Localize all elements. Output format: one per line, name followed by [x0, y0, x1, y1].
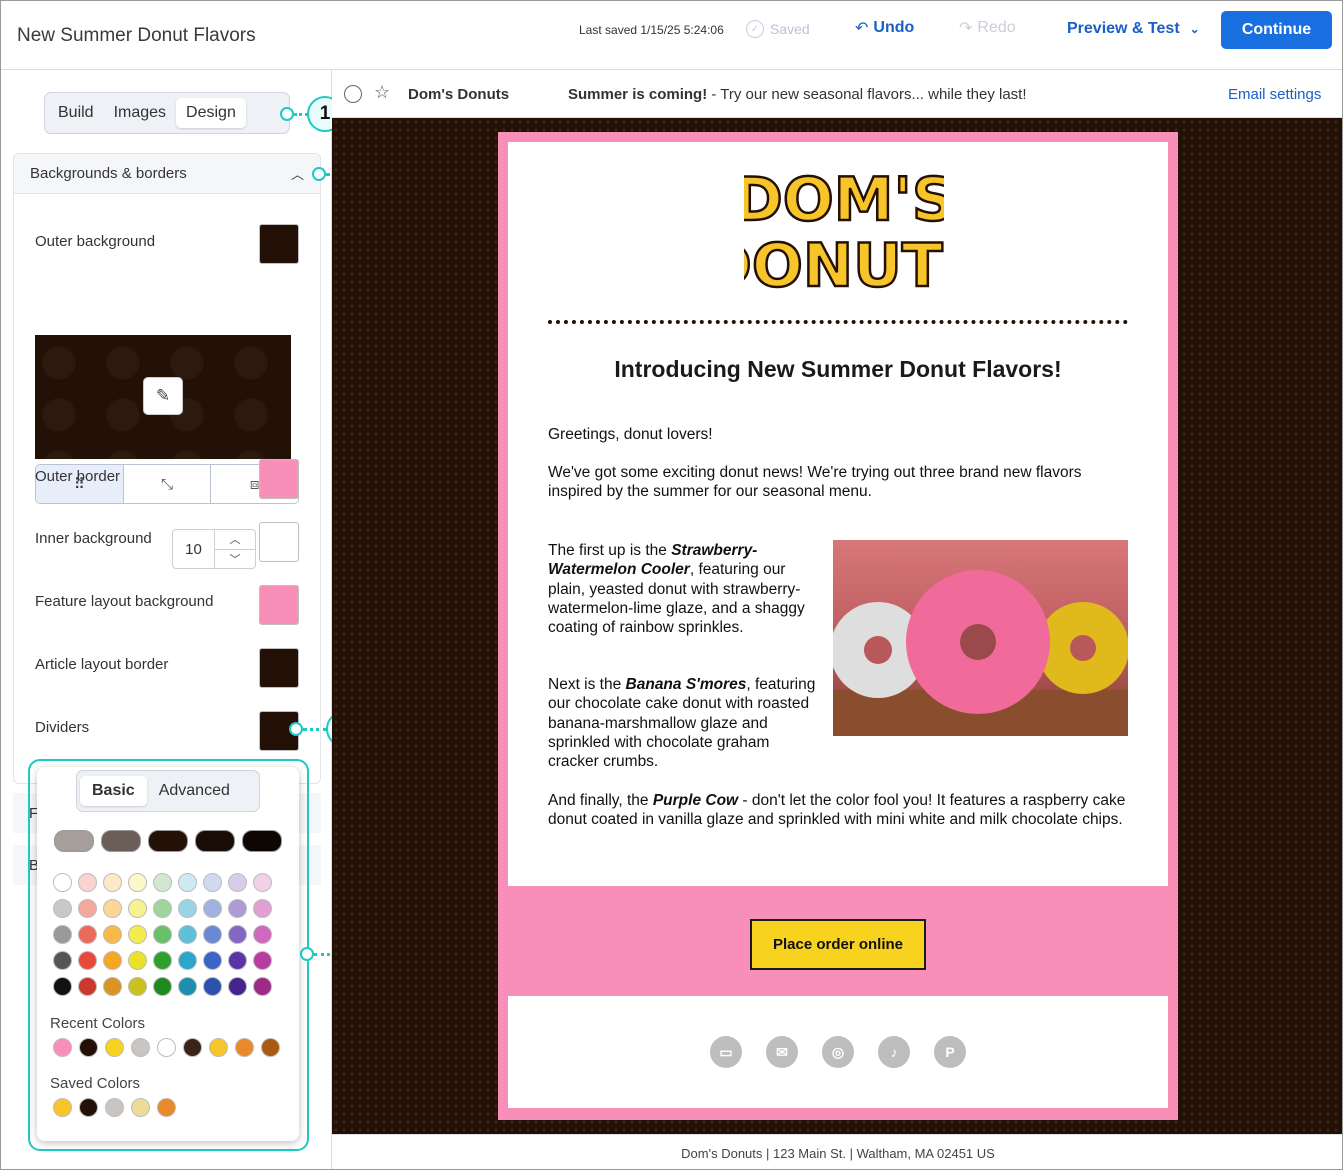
left-tabs: Build Images Design [44, 92, 290, 134]
continue-button[interactable]: Continue [1221, 11, 1332, 49]
subject-line: Summer is coming! - Try our new seasonal… [568, 86, 1027, 103]
saved-label: Saved [770, 21, 810, 37]
backgrounds-borders-panel: Backgrounds & borders ︿ Outer background… [13, 153, 321, 784]
feature-layout-background-label: Feature layout background [35, 593, 214, 610]
flavor-paragraph-3[interactable]: And finally, the Purple Cow - don't let … [548, 791, 1128, 830]
feature-layout-band[interactable]: Place order online [508, 886, 1168, 996]
email-outer-border[interactable]: DOM'S DONUTS Introducing New Summer Donu… [498, 132, 1178, 1120]
inner-background-swatch[interactable] [259, 522, 299, 562]
chevron-up-icon: ︿ [290, 167, 304, 182]
doms-donuts-logo: DOM'S DONUTS [744, 164, 944, 292]
preview-test-button[interactable]: Preview & Test ⌄ [1067, 20, 1200, 38]
backgrounds-borders-header[interactable]: Backgrounds & borders ︿ [14, 154, 320, 194]
email-footer: Dom's Donuts | 123 Main St. | Waltham, M… [332, 1134, 1342, 1169]
instagram-icon[interactable]: ◎ [822, 1036, 854, 1068]
pencil-icon: ✎ [155, 386, 171, 405]
dividers-label: Dividers [35, 719, 90, 736]
decrement-button[interactable]: ﹀ [215, 550, 255, 569]
feature-layout-background-swatch[interactable] [259, 585, 299, 625]
app-window: New Summer Donut Flavors Last saved 1/15… [0, 0, 1343, 1170]
from-name: Dom's Donuts [408, 86, 510, 103]
redo-icon: ↷ [959, 20, 973, 37]
donut-photo[interactable] [833, 540, 1128, 736]
document-title[interactable]: New Summer Donut Flavors [17, 25, 256, 47]
pinterest-icon[interactable]: P [934, 1036, 966, 1068]
p2-name: Banana S'mores [625, 676, 747, 693]
p3-pre: And finally, the [548, 792, 653, 809]
tab-build[interactable]: Build [48, 98, 104, 128]
callout-anchor [280, 107, 294, 121]
dotted-divider[interactable] [548, 320, 1128, 324]
social-links-block[interactable]: ▭ ✉ ◎ ♪ P [508, 996, 1168, 1108]
saved-status: ✓ Saved [746, 20, 810, 38]
subject-rest: - Try our new seasonal flavors... while … [707, 86, 1027, 103]
radio-icon [344, 85, 362, 103]
logo-line2: DONUTS [744, 231, 944, 292]
undo-label: Undo [873, 19, 915, 36]
article-layout-border-swatch[interactable] [259, 648, 299, 688]
greeting-text[interactable]: Greetings, donut lovers! [548, 425, 1128, 444]
callout-line [294, 113, 308, 116]
expand-icon: ⤡ [161, 475, 174, 493]
stretch-mode-button[interactable]: ⤡ [124, 465, 212, 503]
outer-background-swatch[interactable] [259, 224, 299, 264]
callout-outline [28, 759, 309, 1151]
outer-border-input[interactable]: 10 [173, 530, 215, 568]
donut-photo-graphic [833, 540, 1128, 736]
redo-button[interactable]: ↷ Redo [959, 18, 1016, 38]
redo-label: Redo [977, 19, 1016, 36]
check-circle-icon: ✓ [746, 20, 764, 38]
undo-button[interactable]: ↶ Undo [855, 18, 914, 38]
outer-background-image: ✎ [35, 335, 291, 459]
tab-design[interactable]: Design [176, 98, 246, 128]
logo-line1: DOM'S [744, 165, 944, 235]
p2-pre: Next is the [548, 676, 626, 693]
callout-anchor [312, 167, 326, 181]
section-title: Backgrounds & borders [30, 165, 187, 182]
callout-line [303, 728, 327, 731]
callout-anchor [289, 722, 303, 736]
article-layout-border-label: Article layout border [35, 656, 169, 673]
star-icon: ☆ [374, 82, 391, 102]
inner-background-label: Inner background [35, 530, 152, 547]
monitor-icon[interactable]: ▭ [710, 1036, 742, 1068]
flavor-paragraph-2[interactable]: Next is the Banana S'mores, featuring ou… [548, 675, 816, 771]
callout-anchor [300, 947, 314, 961]
increment-button[interactable]: ︿ [215, 530, 255, 550]
flavor-paragraph-1[interactable]: The first up is the Strawberry-Watermelo… [548, 541, 816, 637]
outer-border-stepper: 10 ︿ ﹀ [172, 529, 256, 569]
edit-image-button[interactable]: ✎ [143, 377, 183, 415]
tab-images[interactable]: Images [104, 98, 176, 128]
p1-pre: The first up is the [548, 542, 672, 559]
last-saved-text: Last saved 1/15/25 5:24:06 [579, 23, 724, 37]
intro-text[interactable]: We've got some exciting donut news! We'r… [548, 463, 1128, 502]
p3-name: Purple Cow [652, 792, 739, 809]
email-subject-bar: ☆ Dom's Donuts Summer is coming! - Try o… [332, 70, 1342, 118]
email-body[interactable]: DOM'S DONUTS Introducing New Summer Donu… [508, 142, 1168, 886]
email-settings-link[interactable]: Email settings [1228, 86, 1321, 103]
top-bar: New Summer Donut Flavors Last saved 1/15… [1, 1, 1342, 70]
undo-icon: ↶ [855, 20, 869, 37]
email-canvas: DOM'S DONUTS Introducing New Summer Donu… [332, 118, 1342, 1134]
outer-border-label: Outer border [35, 468, 121, 485]
outer-border-swatch[interactable] [259, 459, 299, 499]
preview-label: Preview & Test [1067, 20, 1180, 37]
subject-bold: Summer is coming! [568, 86, 708, 103]
tiktok-icon[interactable]: ♪ [878, 1036, 910, 1068]
chevron-down-icon: ⌄ [1189, 22, 1200, 36]
outer-background-label: Outer background [35, 233, 156, 250]
place-order-button[interactable]: Place order online [750, 919, 926, 970]
email-headline[interactable]: Introducing New Summer Donut Flavors! [508, 356, 1168, 383]
mail-icon[interactable]: ✉ [766, 1036, 798, 1068]
